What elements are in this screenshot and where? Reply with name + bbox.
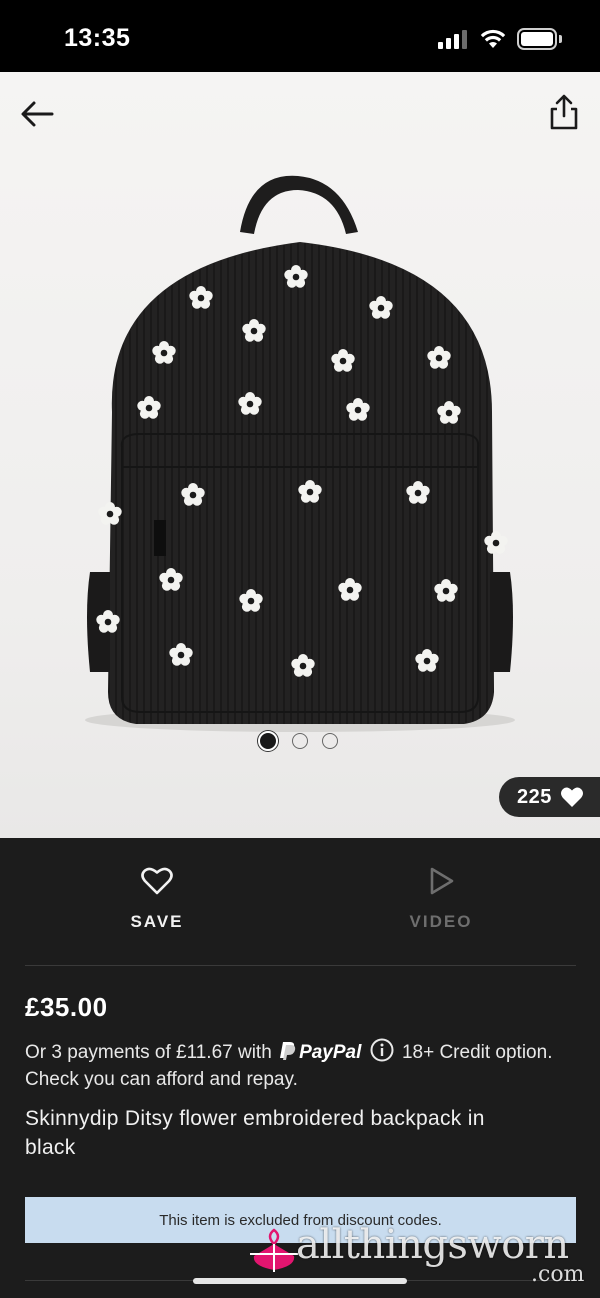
info-icon[interactable] [370,1038,394,1062]
video-button[interactable]: VIDEO [361,866,521,932]
battery-icon [517,28,557,50]
likes-badge[interactable]: 225 [499,777,600,817]
save-label: SAVE [130,912,184,931]
battery-cap [559,35,562,43]
heart-outline-icon [141,867,173,895]
product-title: Skinnydip Ditsy flower embroidered backp… [25,1107,485,1159]
paypal-logo-icon [280,1042,296,1060]
section-divider [25,965,576,966]
paypal-label: PayPal [299,1042,362,1063]
product-image-carousel[interactable]: 225 [0,72,600,838]
watermark-sub: .com [531,1262,585,1287]
video-label: VIDEO [409,912,473,931]
backpack-photo [85,175,515,732]
carousel-dots[interactable] [258,731,342,751]
action-bar: SAVE VIDEO [0,838,600,966]
discount-notice: This item is excluded from discount code… [25,1197,576,1243]
save-button[interactable]: SAVE [77,866,237,932]
notice-text: This item is excluded from discount code… [159,1211,442,1229]
home-indicator[interactable] [193,1278,407,1284]
heart-filled-icon [560,787,583,807]
carousel-dot-3[interactable] [322,733,338,749]
play-icon [430,867,454,895]
installment-prefix: Or 3 payments of £11.67 with [25,1042,272,1063]
arrow-left-icon[interactable] [18,96,58,132]
likes-count: 225 [517,785,552,808]
share-icon[interactable] [544,92,584,132]
carousel-dot-2[interactable] [292,733,308,749]
carousel-dot-1[interactable] [258,731,278,751]
cellular-signal-icon [438,29,468,49]
status-bar: 13:35 [0,0,600,72]
status-time: 13:35 [64,24,131,52]
product-price: £35.00 [25,992,108,1022]
wifi-icon [480,29,506,48]
installment-info: Or 3 payments of £11.67 with PayPal 18+ … [25,1038,570,1093]
